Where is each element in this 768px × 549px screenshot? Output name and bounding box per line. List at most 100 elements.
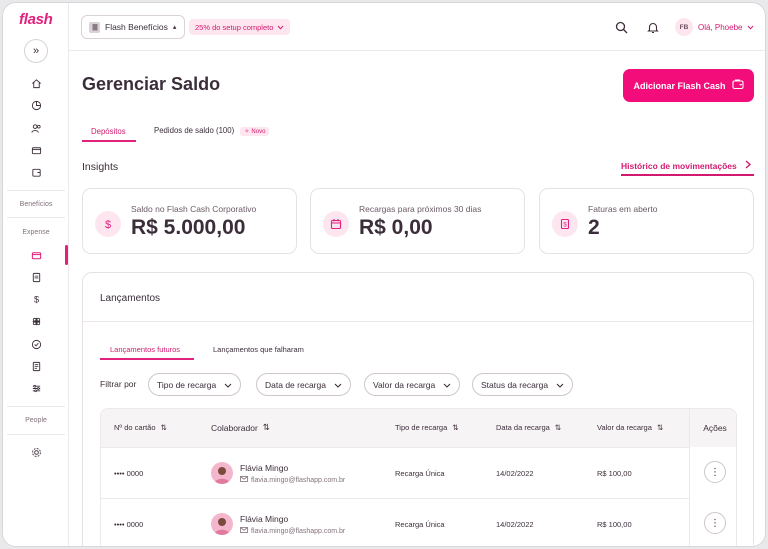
table-row[interactable]: •••• 0000 Flávia Mingo flavia.mingo@flas… <box>101 447 689 498</box>
filter-label-text: Data de recarga <box>265 379 326 390</box>
avatar <box>211 462 233 484</box>
insights-title: Insights <box>82 161 119 173</box>
sort-icon: ⇅ <box>262 422 270 432</box>
column-header-type[interactable]: Tipo de recarga ⇅ <box>395 423 459 432</box>
card-number: •••• 0000 <box>114 469 144 478</box>
pie-chart-icon[interactable] <box>28 97 44 113</box>
sidebar-collapse-button[interactable]: » <box>24 39 48 63</box>
chevron-down-icon <box>747 23 754 32</box>
add-flash-cash-label: Adicionar Flash Cash <box>633 80 726 91</box>
column-label: Colaborador <box>211 422 258 433</box>
column-header-date[interactable]: Data da recarga ⇅ <box>496 423 561 432</box>
actions-column: Ações ⋮ ⋮ <box>689 409 736 546</box>
sort-icon: ⇅ <box>160 423 167 432</box>
tab-future-launches[interactable]: Lançamentos futuros <box>110 345 180 354</box>
filter-recharge-type[interactable]: Tipo de recarga <box>148 373 242 396</box>
active-tab-underline <box>82 140 136 142</box>
mail-icon <box>240 527 248 535</box>
email-text: flavia.mingo@flashapp.com.br <box>251 527 346 535</box>
column-label: Data da recarga <box>496 423 550 432</box>
employee-name: Flávia Mingo <box>240 514 289 524</box>
panel-divider <box>83 321 753 322</box>
users-icon[interactable] <box>28 120 44 136</box>
filter-recharge-status[interactable]: Status da recarga <box>472 373 574 396</box>
home-icon[interactable] <box>28 75 44 91</box>
company-selector[interactable]: Flash Benefícios ▴ <box>81 15 186 39</box>
tab-depositos[interactable]: Depósitos <box>91 127 126 147</box>
history-link-underline <box>621 174 754 176</box>
sidebar-section-people: People <box>25 417 47 424</box>
column-header-card[interactable]: Nº do cartão ⇅ <box>114 423 167 432</box>
chevron-down-icon <box>334 380 342 390</box>
mail-icon <box>240 476 248 484</box>
avatar <box>211 513 233 535</box>
active-subtab-underline <box>100 358 194 360</box>
employee-name: Flávia Mingo <box>240 463 289 473</box>
chevron-down-icon <box>224 380 232 390</box>
settings-icon[interactable] <box>28 444 44 460</box>
column-label: Nº do cartão <box>114 423 156 432</box>
building-icon <box>89 21 100 33</box>
tab-pedidos-label: Pedidos de saldo (100) <box>154 126 235 135</box>
insight-value: 2 <box>588 216 600 239</box>
user-greeting: Olá, Phoebe <box>698 22 743 32</box>
insight-card-invoices: $ Faturas em aberto 2 <box>539 188 754 254</box>
employee-email: flavia.mingo@flashapp.com.br <box>240 527 345 535</box>
invoice-icon: $ <box>552 211 578 237</box>
search-icon[interactable] <box>613 19 629 35</box>
setup-progress-chip[interactable]: 25% do setup completo <box>189 19 291 35</box>
insight-label: Saldo no Flash Cash Corporativo <box>131 204 257 214</box>
svg-text:$: $ <box>563 223 567 229</box>
bell-icon[interactable] <box>645 19 661 35</box>
filter-label-text: Status da recarga <box>481 379 549 390</box>
history-link-label: Histórico de movimentações <box>621 160 737 171</box>
insight-card-balance: $ Saldo no Flash Cash Corporativo R$ 5.0… <box>82 188 297 254</box>
table-header: Nº do cartão ⇅ Colaborador ⇅ Tipo de rec… <box>101 409 736 447</box>
tab-failed-launches[interactable]: Lançamentos que falharam <box>213 345 304 354</box>
sparkle-icon: ✧ <box>244 129 250 135</box>
sort-icon: ⇅ <box>656 423 664 432</box>
filter-label-text: Valor da recarga <box>373 379 436 390</box>
wallet-icon[interactable] <box>28 164 44 180</box>
user-menu[interactable]: FB Olá, Phoebe <box>675 18 754 36</box>
table-row[interactable]: •••• 0000 Flávia Mingo flavia.mingo@flas… <box>101 498 689 546</box>
history-link[interactable]: Histórico de movimentações <box>621 160 751 171</box>
gift-icon[interactable] <box>28 313 44 329</box>
insight-value: R$ 0,00 <box>359 216 433 239</box>
dollar-icon[interactable]: $ <box>28 291 44 307</box>
filter-label-text: Tipo de recarga <box>157 379 217 390</box>
svg-text:$: $ <box>33 294 38 304</box>
column-label: Tipo de recarga <box>395 423 448 432</box>
page-title: Gerenciar Saldo <box>82 74 221 94</box>
avatar: FB <box>675 18 693 36</box>
email-text: flavia.mingo@flashapp.com.br <box>251 476 346 484</box>
receipt-icon[interactable] <box>28 269 44 285</box>
active-indicator <box>65 245 68 265</box>
document-icon[interactable] <box>28 358 44 374</box>
check-circle-icon[interactable] <box>28 336 44 352</box>
card-icon[interactable] <box>28 142 44 158</box>
column-label: Valor da recarga <box>597 423 652 432</box>
sort-icon: ⇅ <box>554 423 562 432</box>
filter-recharge-date[interactable]: Data de recarga <box>256 373 351 396</box>
top-bar: Flash Benefícios ▴ 25% do setup completo… <box>69 3 765 51</box>
flash-logo: flash <box>19 11 53 28</box>
filter-label: Filtrar por <box>100 379 137 389</box>
sidebar: flash » Benefícios Expense $ People <box>3 3 69 546</box>
sidebar-divider <box>7 434 65 435</box>
chevron-down-icon <box>556 380 564 390</box>
setup-progress-label: 25% do setup completo <box>195 22 274 32</box>
sliders-icon[interactable] <box>28 380 44 396</box>
insight-value: R$ 5.000,00 <box>131 216 246 239</box>
add-flash-cash-button[interactable]: Adicionar Flash Cash <box>623 69 754 102</box>
column-header-value[interactable]: Valor da recarga ⇅ <box>597 423 663 432</box>
row-actions-button[interactable]: ⋮ <box>704 461 726 483</box>
column-header-employee[interactable]: Colaborador ⇅ <box>211 422 270 433</box>
chevron-right-icon <box>745 160 751 171</box>
card-icon[interactable] <box>28 247 44 263</box>
tab-pedidos-de-saldo[interactable]: Pedidos de saldo (100) ✧ Novo <box>154 126 270 146</box>
filter-recharge-value[interactable]: Valor da recarga <box>364 373 461 396</box>
row-actions-button[interactable]: ⋮ <box>704 512 726 534</box>
new-badge: ✧ Novo <box>240 127 270 136</box>
chevron-down-icon <box>277 23 284 32</box>
